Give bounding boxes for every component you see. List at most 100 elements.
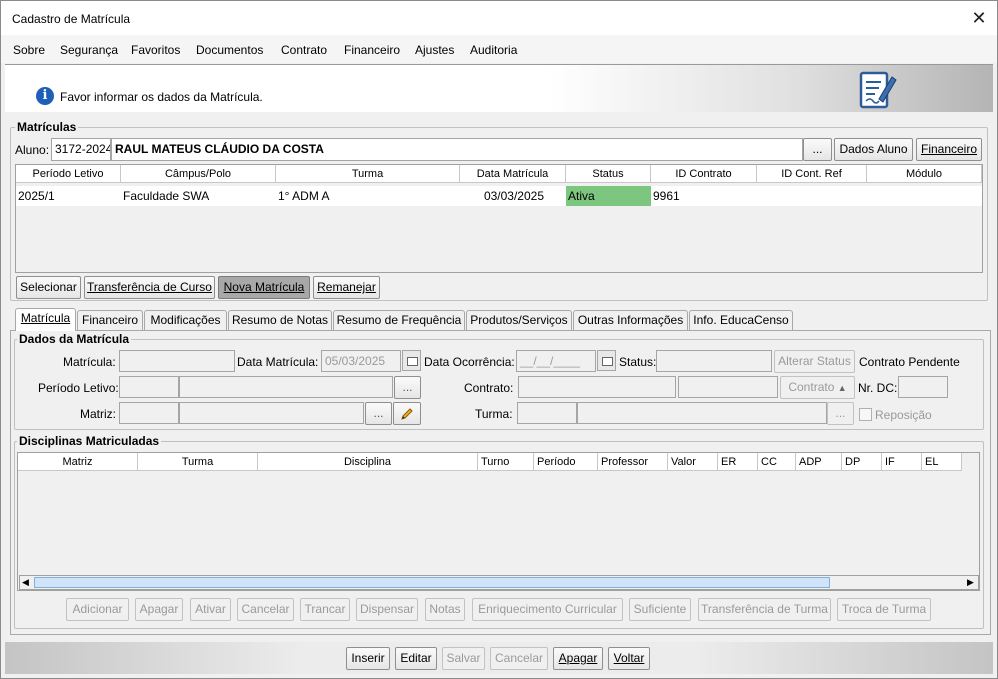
column-header[interactable]: Data Matrícula	[460, 165, 566, 183]
apagar-button[interactable]: Apagar	[553, 647, 603, 670]
apagar-disc-button[interactable]: Apagar	[135, 598, 183, 621]
matriculas-table[interactable]: Período Letivo Câmpus/Polo Turma Data Ma…	[15, 164, 983, 273]
cancelar-button[interactable]: Cancelar	[490, 647, 548, 670]
column-header[interactable]: Período	[534, 453, 598, 471]
column-header[interactable]: ID Cont. Ref	[757, 165, 867, 183]
matricula-field[interactable]	[119, 350, 235, 372]
calendar-icon[interactable]	[402, 350, 421, 371]
table-cell-id-contrato[interactable]: 9961	[651, 186, 757, 206]
tab-produtos-servicos[interactable]: Produtos/Serviços	[466, 310, 572, 330]
table-cell-modulo[interactable]	[867, 186, 982, 206]
menu-favoritos[interactable]: Favoritos	[131, 43, 180, 57]
periodo-letivo-desc-field[interactable]	[179, 376, 393, 398]
column-header[interactable]: CC	[758, 453, 796, 471]
adicionar-button[interactable]: Adicionar	[66, 598, 129, 621]
trancar-button[interactable]: Trancar	[300, 598, 350, 621]
financeiro-button[interactable]: Financeiro	[916, 138, 982, 161]
aluno-code-field[interactable]: 3172-2024	[51, 138, 111, 161]
menu-contrato[interactable]: Contrato	[281, 43, 327, 57]
column-header[interactable]: ADP	[796, 453, 842, 471]
column-header[interactable]: ER	[718, 453, 758, 471]
dados-aluno-button[interactable]: Dados Aluno	[834, 138, 913, 161]
matriz-browse-button[interactable]: ...	[365, 402, 392, 425]
selecionar-button[interactable]: Selecionar	[16, 276, 81, 299]
turma-code-field[interactable]	[517, 402, 577, 424]
matriz-edit-button[interactable]	[393, 402, 421, 425]
scroll-thumb[interactable]	[34, 577, 830, 588]
scroll-right-icon[interactable]: ▶	[967, 576, 974, 589]
tab-matricula[interactable]: Matrícula	[15, 308, 76, 331]
troca-turma-button[interactable]: Troca de Turma	[837, 598, 931, 621]
matriz-desc-field[interactable]	[179, 402, 364, 424]
table-cell-status[interactable]: Ativa	[566, 186, 651, 206]
turma-desc-field[interactable]	[577, 402, 827, 424]
column-header[interactable]: Disciplina	[258, 453, 478, 471]
column-header[interactable]: Turma	[276, 165, 460, 183]
column-header[interactable]: IF	[882, 453, 922, 471]
menu-ajustes[interactable]: Ajustes	[415, 43, 454, 57]
contrato-field[interactable]	[518, 376, 676, 398]
close-icon[interactable]: ✕	[967, 6, 991, 30]
column-header[interactable]: EL	[922, 453, 962, 471]
aluno-name-field[interactable]: RAUL MATEUS CLÁUDIO DA COSTA	[111, 138, 803, 161]
column-header[interactable]: Câmpus/Polo	[121, 165, 276, 183]
alterar-status-button[interactable]: Alterar Status	[774, 350, 855, 373]
column-header[interactable]: Status	[566, 165, 651, 183]
tab-resumo-notas[interactable]: Resumo de Notas	[228, 310, 332, 330]
suficiente-button[interactable]: Suficiente	[629, 598, 691, 621]
menu-sobre[interactable]: Sobre	[13, 43, 45, 57]
reposicao-checkbox[interactable]	[859, 408, 872, 421]
column-header[interactable]: Valor	[668, 453, 718, 471]
periodo-browse-button[interactable]: ...	[394, 376, 421, 399]
table-cell-id-ref[interactable]	[757, 186, 867, 206]
menu-financeiro[interactable]: Financeiro	[344, 43, 400, 57]
table-cell-data[interactable]: 03/03/2025	[460, 186, 566, 206]
column-header[interactable]: Turma	[138, 453, 258, 471]
horizontal-scrollbar[interactable]: ◀ ▶	[19, 575, 979, 590]
status-field[interactable]	[656, 350, 772, 372]
nova-matricula-button[interactable]: Nova Matrícula	[218, 276, 310, 299]
tab-outras-informacoes[interactable]: Outras Informações	[573, 310, 688, 330]
column-header[interactable]: Módulo	[867, 165, 982, 183]
menu-documentos[interactable]: Documentos	[196, 43, 263, 57]
calendar-icon[interactable]	[597, 350, 616, 371]
column-header[interactable]: Matriz	[18, 453, 138, 471]
transferencia-turma-button[interactable]: Transferência de Turma	[698, 598, 831, 621]
data-matricula-field[interactable]: 05/03/2025	[321, 350, 401, 372]
table-cell-periodo[interactable]: 2025/1	[16, 186, 121, 206]
scroll-left-icon[interactable]: ◀	[22, 576, 29, 589]
ativar-button[interactable]: Ativar	[190, 598, 231, 621]
dispensar-button[interactable]: Dispensar	[356, 598, 418, 621]
salvar-button[interactable]: Salvar	[442, 647, 485, 670]
transferencia-curso-button[interactable]: Transferência de Curso	[84, 276, 215, 299]
cancelar-disc-button[interactable]: Cancelar	[237, 598, 294, 621]
tab-financeiro[interactable]: Financeiro	[77, 310, 143, 330]
tab-info-educacenso[interactable]: Info. EducaCenso	[689, 310, 793, 330]
tab-resumo-frequencia[interactable]: Resumo de Frequência	[333, 310, 465, 330]
notas-button[interactable]: Notas	[425, 598, 465, 621]
contrato-button[interactable]: Contrato ▲	[780, 376, 855, 399]
aluno-browse-button[interactable]: ...	[803, 138, 832, 161]
periodo-letivo-code-field[interactable]	[119, 376, 179, 398]
table-cell-campus[interactable]: Faculdade SWA	[121, 186, 276, 206]
data-ocorrencia-field[interactable]: __/__/____	[516, 350, 596, 372]
tab-modificacoes[interactable]: Modificações	[144, 310, 227, 330]
enriquecimento-curricular-button[interactable]: Enriquecimento Curricular	[472, 598, 623, 621]
menu-auditoria[interactable]: Auditoria	[470, 43, 517, 57]
column-header[interactable]: Turno	[478, 453, 534, 471]
disciplinas-table[interactable]: Matriz Turma Disciplina Turno Período Pr…	[17, 452, 980, 591]
menu-seguranca[interactable]: Segurança	[60, 43, 118, 57]
table-cell-turma[interactable]: 1° ADM A	[276, 186, 460, 206]
column-header[interactable]: Professor	[598, 453, 668, 471]
contrato-extra-field[interactable]	[678, 376, 778, 398]
remanejar-button[interactable]: Remanejar	[313, 276, 380, 299]
nr-dc-field[interactable]	[898, 376, 948, 398]
matriz-code-field[interactable]	[119, 402, 179, 424]
column-header[interactable]: Período Letivo	[16, 165, 121, 183]
inserir-button[interactable]: Inserir	[346, 647, 390, 670]
editar-button[interactable]: Editar	[395, 647, 437, 670]
turma-browse-button[interactable]: ...	[827, 402, 854, 425]
column-header[interactable]: ID Contrato	[651, 165, 757, 183]
voltar-button[interactable]: Voltar	[608, 647, 650, 670]
column-header[interactable]: DP	[842, 453, 882, 471]
